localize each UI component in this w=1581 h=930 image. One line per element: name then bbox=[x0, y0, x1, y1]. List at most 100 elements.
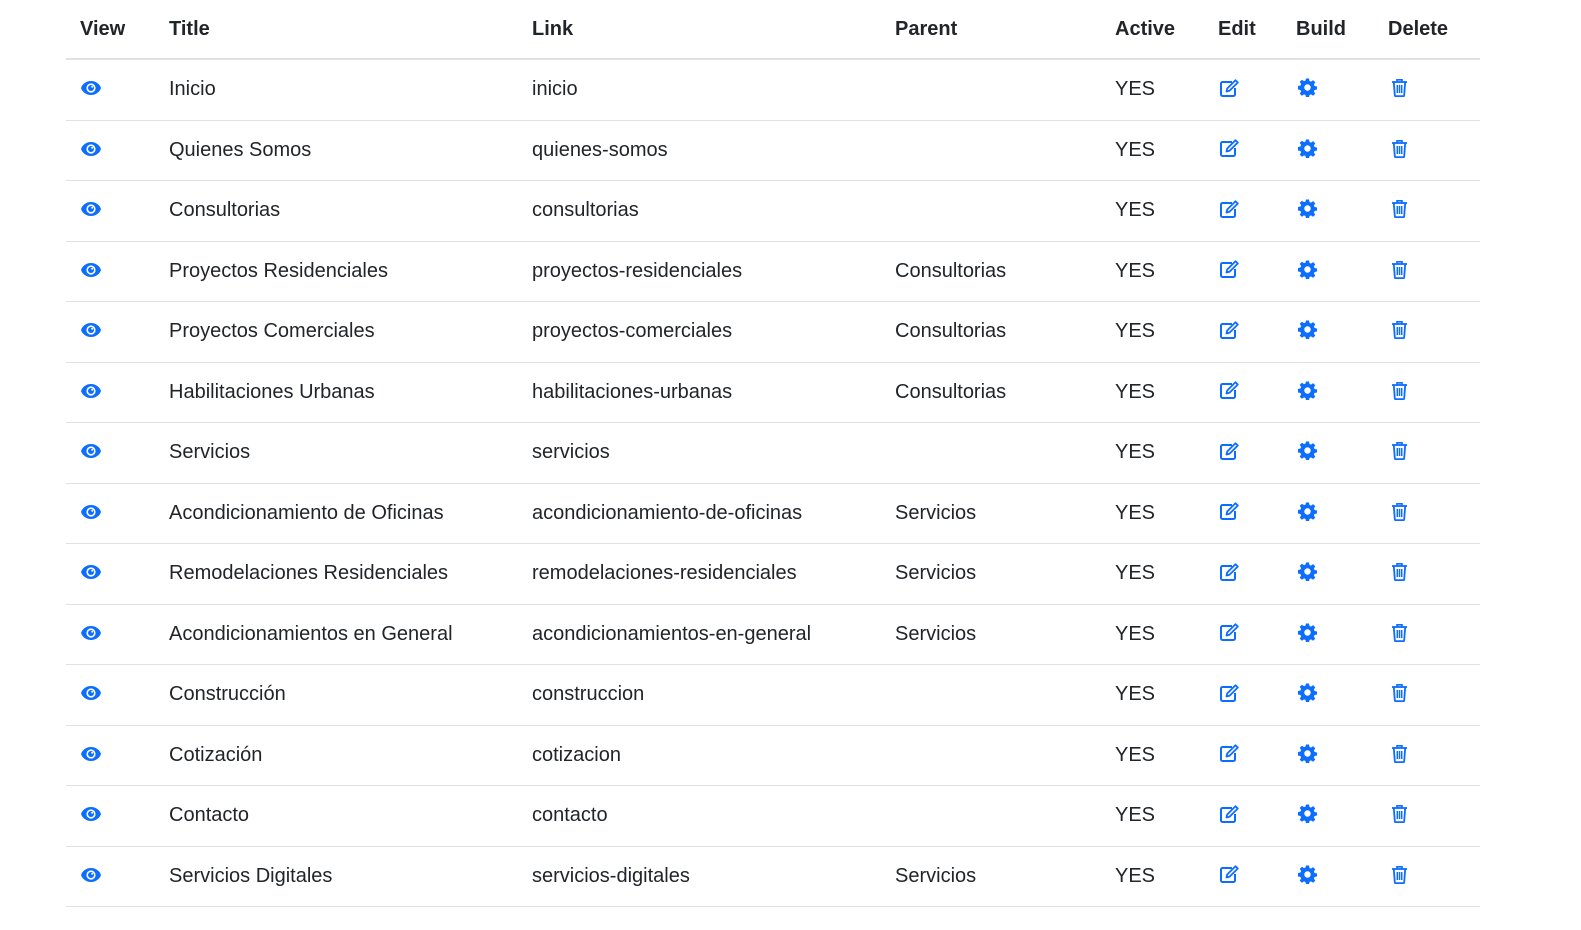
edit-cell bbox=[1204, 59, 1282, 121]
link-cell: servicios-digitales bbox=[518, 846, 881, 907]
link-cell: acondicionamiento-de-oficinas bbox=[518, 483, 881, 544]
view-cell bbox=[66, 483, 155, 544]
edit-icon[interactable] bbox=[1218, 137, 1240, 159]
trash-icon[interactable] bbox=[1388, 258, 1410, 280]
title-cell: Contacto bbox=[155, 785, 518, 847]
trash-icon[interactable] bbox=[1388, 440, 1410, 462]
edit-icon[interactable] bbox=[1218, 742, 1240, 764]
gear-icon[interactable] bbox=[1296, 742, 1318, 764]
gear-icon[interactable] bbox=[1296, 319, 1318, 341]
edit-icon[interactable] bbox=[1218, 803, 1240, 825]
gear-icon[interactable] bbox=[1296, 561, 1318, 583]
column-header-build: Build bbox=[1282, 0, 1374, 60]
trash-icon[interactable] bbox=[1388, 561, 1410, 583]
active-cell: YES bbox=[1101, 180, 1204, 242]
trash-icon[interactable] bbox=[1388, 319, 1410, 341]
build-cell bbox=[1282, 180, 1374, 242]
table-row: Acondicionamiento de Oficinas acondicion… bbox=[66, 483, 1480, 544]
eye-icon[interactable] bbox=[80, 682, 102, 704]
edit-icon[interactable] bbox=[1218, 682, 1240, 704]
edit-icon[interactable] bbox=[1218, 863, 1240, 885]
gear-icon[interactable] bbox=[1296, 621, 1318, 643]
build-cell bbox=[1282, 664, 1374, 726]
trash-icon[interactable] bbox=[1388, 803, 1410, 825]
trash-icon[interactable] bbox=[1388, 682, 1410, 704]
trash-icon[interactable] bbox=[1388, 77, 1410, 99]
table-row: Proyectos Residenciales proyectos-reside… bbox=[66, 241, 1480, 302]
link-cell: proyectos-comerciales bbox=[518, 301, 881, 363]
trash-icon[interactable] bbox=[1388, 500, 1410, 522]
view-cell bbox=[66, 725, 155, 786]
link-cell: construccion bbox=[518, 664, 881, 726]
active-cell: YES bbox=[1101, 725, 1204, 786]
gear-icon[interactable] bbox=[1296, 500, 1318, 522]
trash-icon[interactable] bbox=[1388, 742, 1410, 764]
link-cell: contacto bbox=[518, 785, 881, 847]
edit-icon[interactable] bbox=[1218, 621, 1240, 643]
gear-icon[interactable] bbox=[1296, 198, 1318, 220]
gear-icon[interactable] bbox=[1296, 258, 1318, 280]
edit-cell bbox=[1204, 543, 1282, 605]
view-cell bbox=[66, 604, 155, 665]
eye-icon[interactable] bbox=[80, 561, 102, 583]
eye-icon[interactable] bbox=[80, 743, 102, 765]
edit-icon[interactable] bbox=[1218, 379, 1240, 401]
parent-cell: Consultorias bbox=[881, 241, 1101, 302]
table-row: Consultorias consultorias YES bbox=[66, 180, 1480, 242]
table-row: Habilitaciones Urbanas habilitaciones-ur… bbox=[66, 362, 1480, 423]
view-cell bbox=[66, 362, 155, 423]
trash-icon[interactable] bbox=[1388, 198, 1410, 220]
gear-icon[interactable] bbox=[1296, 803, 1318, 825]
eye-icon[interactable] bbox=[80, 380, 102, 402]
column-header-view: View bbox=[66, 0, 155, 60]
header-row: View Title Link Parent Active Edit Build… bbox=[66, 0, 1480, 60]
edit-icon[interactable] bbox=[1218, 198, 1240, 220]
edit-cell bbox=[1204, 604, 1282, 665]
gear-icon[interactable] bbox=[1296, 440, 1318, 462]
edit-icon[interactable] bbox=[1218, 561, 1240, 583]
title-cell: Servicios Digitales bbox=[155, 846, 518, 907]
active-cell: YES bbox=[1101, 543, 1204, 605]
trash-icon[interactable] bbox=[1388, 863, 1410, 885]
build-cell bbox=[1282, 725, 1374, 786]
parent-cell: Servicios bbox=[881, 846, 1101, 907]
table-row: Servicios Digitales servicios-digitales … bbox=[66, 846, 1480, 907]
edit-icon[interactable] bbox=[1218, 258, 1240, 280]
trash-icon[interactable] bbox=[1388, 621, 1410, 643]
eye-icon[interactable] bbox=[80, 501, 102, 523]
pages-table: View Title Link Parent Active Edit Build… bbox=[66, 0, 1480, 907]
gear-icon[interactable] bbox=[1296, 863, 1318, 885]
edit-icon[interactable] bbox=[1218, 77, 1240, 99]
eye-icon[interactable] bbox=[80, 622, 102, 644]
gear-icon[interactable] bbox=[1296, 379, 1318, 401]
eye-icon[interactable] bbox=[80, 198, 102, 220]
eye-icon[interactable] bbox=[80, 440, 102, 462]
title-cell: Habilitaciones Urbanas bbox=[155, 362, 518, 423]
eye-icon[interactable] bbox=[80, 259, 102, 281]
active-cell: YES bbox=[1101, 362, 1204, 423]
eye-icon[interactable] bbox=[80, 803, 102, 825]
view-cell bbox=[66, 301, 155, 363]
table-row: Remodelaciones Residenciales remodelacio… bbox=[66, 543, 1480, 605]
parent-cell bbox=[881, 120, 1101, 181]
view-cell bbox=[66, 846, 155, 907]
eye-icon[interactable] bbox=[80, 138, 102, 160]
edit-icon[interactable] bbox=[1218, 500, 1240, 522]
delete-cell bbox=[1374, 59, 1480, 121]
column-header-active: Active bbox=[1101, 0, 1204, 60]
view-cell bbox=[66, 422, 155, 484]
eye-icon[interactable] bbox=[80, 864, 102, 886]
trash-icon[interactable] bbox=[1388, 379, 1410, 401]
view-cell bbox=[66, 664, 155, 726]
edit-icon[interactable] bbox=[1218, 319, 1240, 341]
link-cell: acondicionamientos-en-general bbox=[518, 604, 881, 665]
table-row: Construcción construccion YES bbox=[66, 664, 1480, 726]
trash-icon[interactable] bbox=[1388, 137, 1410, 159]
eye-icon[interactable] bbox=[80, 77, 102, 99]
view-cell bbox=[66, 59, 155, 121]
eye-icon[interactable] bbox=[80, 319, 102, 341]
gear-icon[interactable] bbox=[1296, 682, 1318, 704]
edit-icon[interactable] bbox=[1218, 440, 1240, 462]
gear-icon[interactable] bbox=[1296, 77, 1318, 99]
gear-icon[interactable] bbox=[1296, 137, 1318, 159]
